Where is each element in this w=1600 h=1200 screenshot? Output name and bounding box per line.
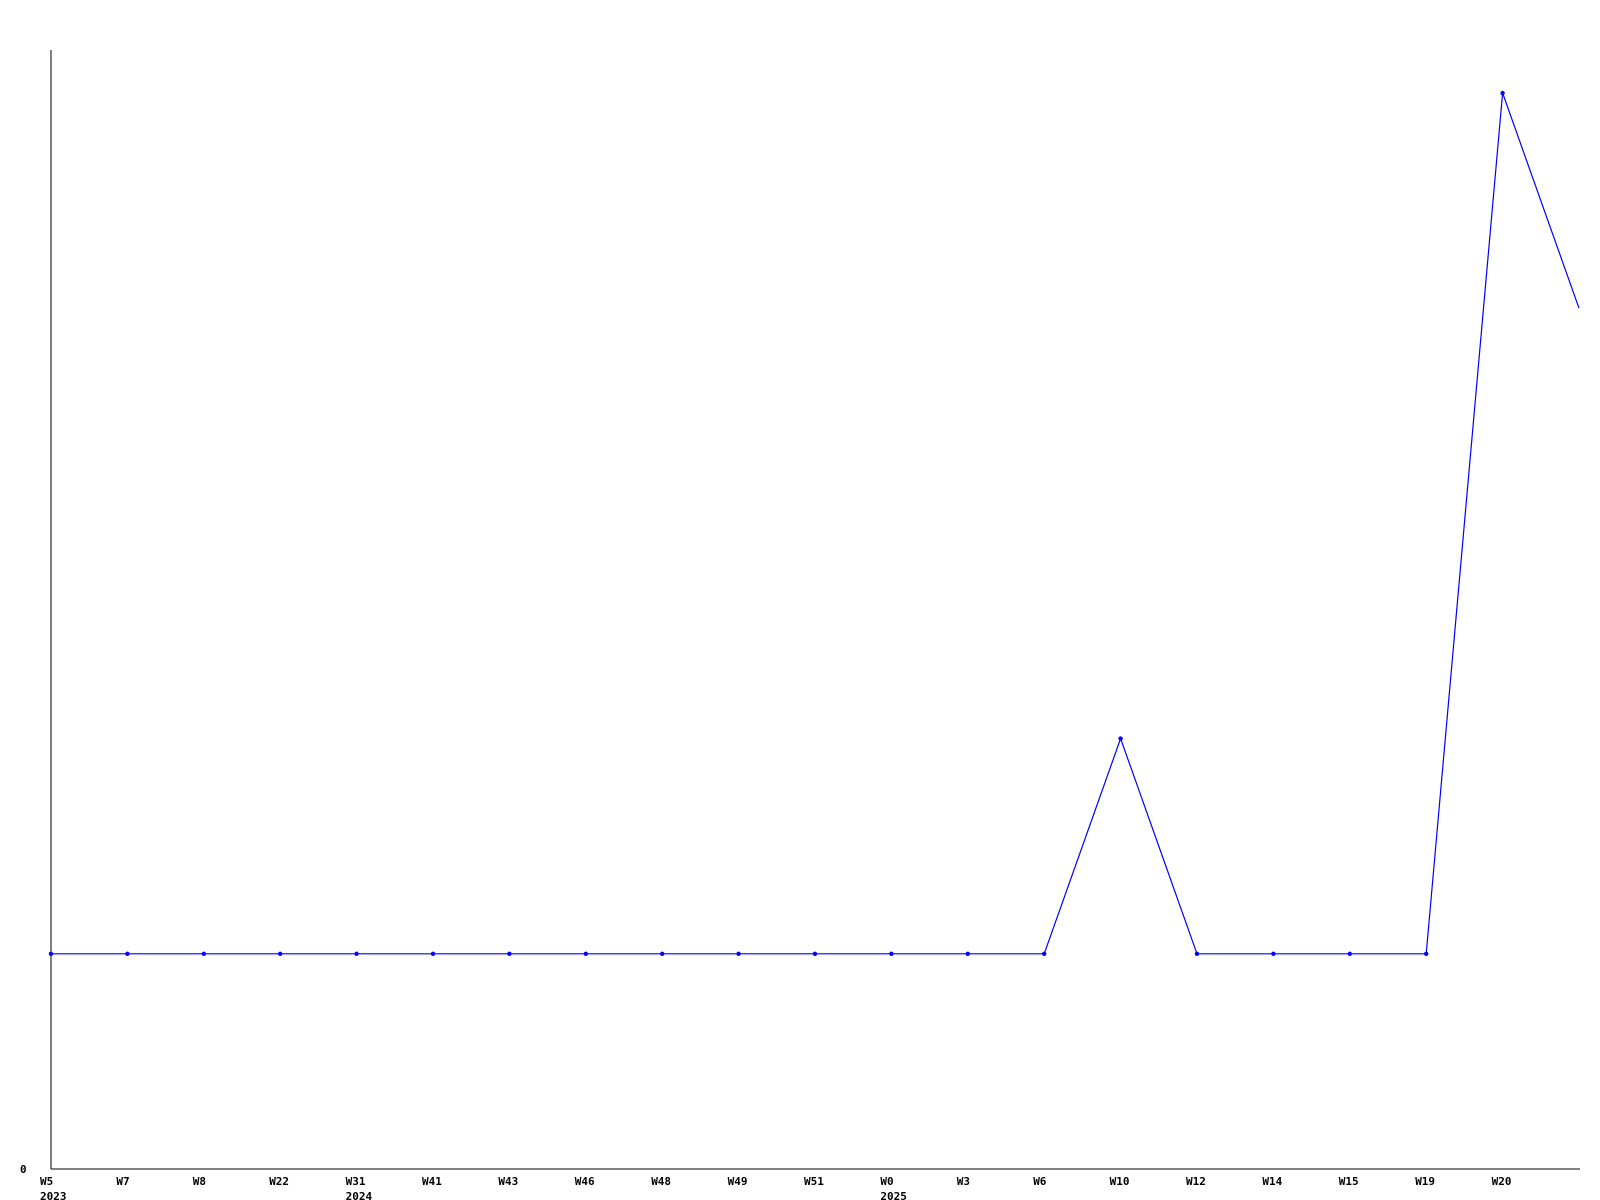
data-point	[660, 951, 665, 957]
x-tick-label: W10	[1110, 1175, 1130, 1188]
x-tick-label: W49	[728, 1175, 748, 1188]
data-point	[1424, 951, 1429, 957]
data-point	[583, 951, 588, 957]
x-year-label: 2024	[346, 1190, 373, 1200]
x-tick-label: W41	[422, 1175, 442, 1188]
data-point	[48, 951, 54, 957]
x-tick-label: W51	[804, 1175, 824, 1188]
x-year-label: 2023	[40, 1190, 67, 1200]
chart-root: 0 W5 2023 W7 W8 W22 W31 2024 W41 W43 W46 W48 W49 W51…	[0, 0, 1600, 1200]
data-point	[812, 951, 818, 957]
data-point	[1500, 90, 1505, 96]
line-chart: 0 W5 2023 W7 W8 W22 W31 2024 W41 W43 W46 W48 W49 W51…	[0, 0, 1600, 1200]
x-tick-label: W20	[1492, 1175, 1512, 1188]
x-tick-label: W48	[651, 1175, 671, 1188]
data-point	[354, 951, 359, 957]
data-point	[965, 951, 970, 957]
data-point	[507, 951, 512, 957]
data-point	[125, 951, 130, 957]
x-tick-label: W15	[1339, 1175, 1359, 1188]
x-tick-label: W6	[1033, 1175, 1047, 1188]
x-tick-label: W12	[1186, 1175, 1206, 1188]
x-tick-label: W31	[346, 1175, 366, 1188]
data-point	[1271, 951, 1276, 957]
x-tick-label: W0	[880, 1175, 893, 1188]
data-point	[201, 951, 206, 957]
x-year-label: 2025	[880, 1190, 907, 1200]
data-point	[278, 951, 283, 957]
x-tick-label: W8	[193, 1175, 206, 1188]
data-point	[736, 951, 741, 957]
y-tick-label: 0	[20, 1163, 27, 1176]
chart-background	[0, 0, 1600, 1200]
x-tick-label: W3	[957, 1175, 970, 1188]
x-tick-label: W46	[575, 1175, 595, 1188]
x-tick-label: W19	[1415, 1175, 1435, 1188]
x-tick-label: W14	[1262, 1175, 1282, 1188]
data-point	[1042, 951, 1047, 957]
data-point	[1347, 951, 1353, 957]
data-point	[889, 951, 894, 957]
x-tick-label: W43	[498, 1175, 518, 1188]
y-tick-labels: 0	[20, 1163, 27, 1176]
x-tick-label: W7	[116, 1175, 129, 1188]
x-tick-label: W22	[269, 1175, 289, 1188]
data-point	[1194, 951, 1200, 957]
x-tick-label: W5	[40, 1175, 53, 1188]
data-point	[430, 951, 436, 957]
data-point	[1118, 736, 1123, 741]
